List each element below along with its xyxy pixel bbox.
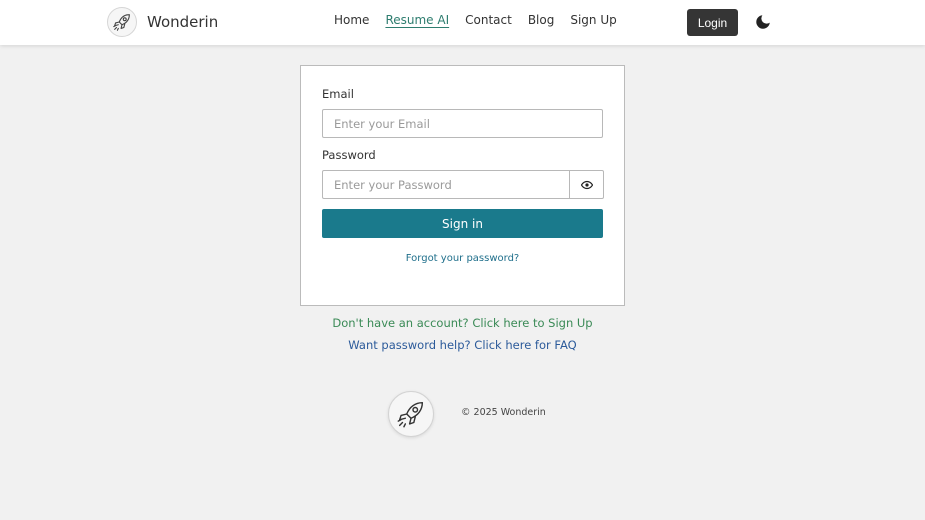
faq-prompt-link[interactable]: Want password help? Click here for FAQ — [0, 338, 925, 352]
footer-copyright: © 2025 Wonderin — [461, 407, 546, 418]
nav-links: Home Resume AI Contact Blog Sign Up — [334, 13, 617, 27]
brand-name: Wonderin — [147, 13, 219, 31]
nav-signup-link[interactable]: Sign Up — [570, 13, 616, 27]
nav-home-link[interactable]: Home — [334, 13, 369, 27]
password-label: Password — [322, 148, 376, 162]
signup-prompt-link[interactable]: Don't have an account? Click here to Sig… — [0, 316, 925, 330]
sign-in-button[interactable]: Sign in — [322, 209, 603, 238]
login-card: Email Password Sign in Forgot your passw… — [300, 65, 625, 306]
nav-resume-ai-link[interactable]: Resume AI — [385, 13, 449, 27]
email-label: Email — [322, 87, 354, 101]
top-navbar: Wonderin Home Resume AI Contact Blog Sig… — [0, 0, 925, 45]
password-input[interactable] — [322, 170, 570, 199]
eye-icon — [580, 175, 593, 194]
show-password-button[interactable] — [569, 170, 604, 199]
login-button[interactable]: Login — [687, 9, 738, 36]
email-input[interactable] — [322, 109, 603, 138]
forgot-password-link[interactable]: Forgot your password? — [301, 253, 624, 264]
nav-blog-link[interactable]: Blog — [528, 13, 555, 27]
rocket-icon — [388, 391, 434, 437]
nav-contact-link[interactable]: Contact — [465, 13, 512, 27]
brand[interactable]: Wonderin — [107, 7, 218, 37]
rocket-icon — [107, 7, 137, 37]
moon-icon[interactable] — [754, 13, 772, 31]
